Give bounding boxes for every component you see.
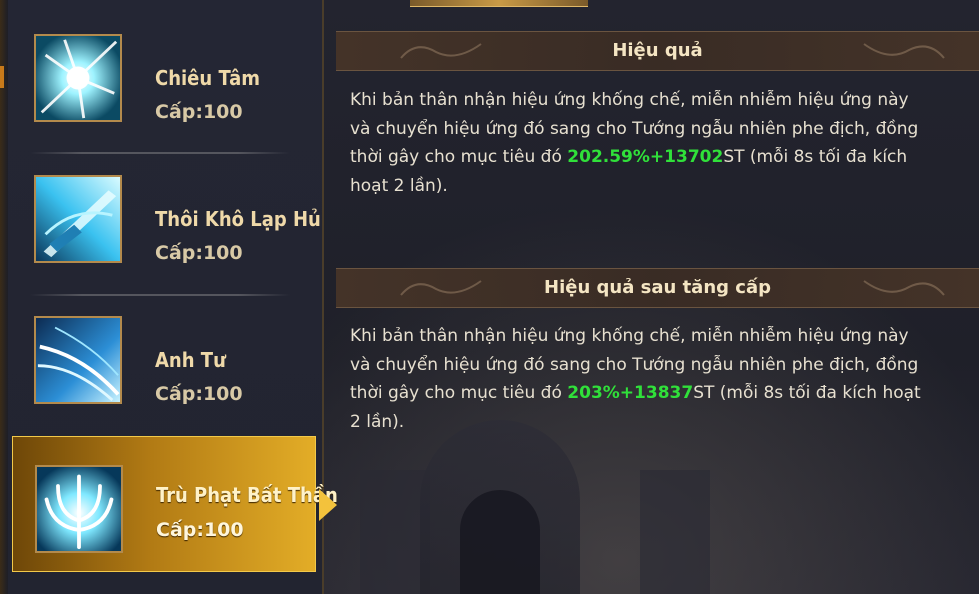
next-effect-header: Hiệu quả sau tăng cấp (336, 268, 979, 308)
slash-icon (34, 316, 122, 404)
skill-level: Cấp:100 (156, 519, 244, 541)
sidebar-marker (0, 66, 4, 88)
skill-level: Cấp:100 (155, 242, 243, 264)
top-tab-strip (410, 0, 588, 7)
skill-name: Chiêu Tâm (155, 66, 261, 90)
trident-icon (35, 465, 123, 553)
effect-title: Hiệu quả (612, 40, 703, 61)
skill-name: Anh Tư (155, 348, 226, 372)
next-effect-title: Hiệu quả sau tăng cấp (544, 277, 771, 298)
starburst-icon (34, 34, 122, 122)
sidebar-edge (0, 0, 8, 594)
next-effect-value: 203%+13837 (567, 383, 694, 403)
background-tower (640, 470, 710, 594)
skill-name: Trù Phạt Bất Thần (156, 483, 338, 507)
effect-value: 202.59%+13702 (567, 147, 724, 167)
sword-icon (34, 175, 122, 263)
skill-level: Cấp:100 (155, 383, 243, 405)
skill-item-anh-tu[interactable]: Anh Tư Cấp:100 (18, 290, 308, 422)
skill-level: Cấp:100 (155, 101, 243, 123)
skill-item-chieu-tam[interactable]: Chiêu Tâm Cấp:100 (18, 8, 308, 140)
background-gate-door (460, 490, 540, 594)
skill-item-tru-phat-bat-than[interactable]: Trù Phạt Bất Thần Cấp:100 (12, 436, 338, 572)
skill-name: Thôi Khô Lạp Hủ (155, 207, 321, 231)
selected-arrow-icon (319, 489, 337, 521)
effect-header: Hiệu quả (336, 31, 979, 71)
next-effect-description: Khi bản thân nhận hiệu ứng khống chế, mi… (350, 322, 930, 436)
effect-description: Khi bản thân nhận hiệu ứng khống chế, mi… (350, 86, 930, 200)
skill-item-thoi-kho-lap-hu[interactable]: Thôi Khô Lạp Hủ Cấp:100 (18, 149, 321, 281)
skill-list: Chiêu Tâm Cấp:100 Thôi Khô Lạp Hủ Cấp:10… (0, 0, 338, 594)
